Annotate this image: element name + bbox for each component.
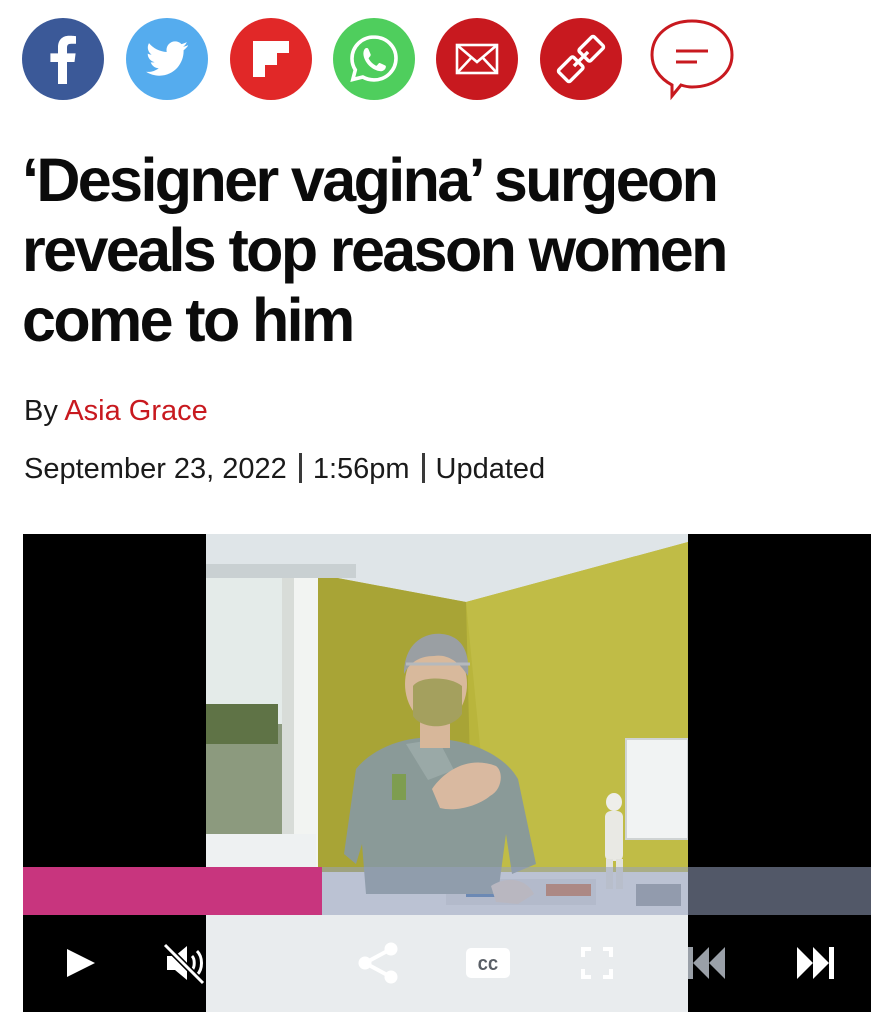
divider	[298, 453, 302, 483]
closed-captions-button[interactable]: CC	[462, 937, 514, 989]
updated-label: Updated	[435, 453, 546, 485]
skip-forward-icon	[797, 947, 834, 979]
progress-bar[interactable]	[23, 867, 871, 915]
publish-date: September 23, 2022	[24, 453, 287, 485]
twitter-share-button[interactable]	[126, 18, 208, 100]
byline: By Asia Grace	[24, 393, 208, 429]
video-controls: CC	[23, 915, 871, 1012]
facebook-icon	[22, 18, 104, 100]
share-bar	[22, 18, 742, 102]
dateline: September 23, 2022 1:56pm Updated	[24, 450, 545, 488]
link-icon	[540, 18, 622, 100]
video-share-button[interactable]	[353, 937, 405, 989]
whatsapp-share-button[interactable]	[333, 18, 415, 100]
mute-button[interactable]	[159, 937, 211, 989]
email-icon	[436, 18, 518, 100]
fullscreen-button[interactable]	[571, 937, 623, 989]
copy-link-button[interactable]	[540, 18, 622, 100]
author-link[interactable]: Asia Grace	[64, 395, 207, 427]
comments-button[interactable]	[640, 10, 744, 110]
fullscreen-icon	[581, 947, 613, 979]
publish-time: 1:56pm	[312, 453, 410, 485]
cc-label: CC	[478, 957, 498, 976]
progress-fill	[23, 867, 323, 915]
byline-prefix: By	[24, 395, 58, 427]
play-icon	[67, 949, 95, 977]
skip-back-icon	[688, 947, 725, 979]
play-button[interactable]	[53, 937, 105, 989]
email-share-button[interactable]	[436, 18, 518, 100]
mute-icon	[162, 942, 206, 986]
closed-captions-icon: CC	[466, 948, 510, 978]
video-player[interactable]: CC	[23, 534, 871, 1012]
comment-icon	[650, 19, 734, 101]
facebook-share-button[interactable]	[22, 18, 104, 100]
twitter-icon	[126, 18, 208, 100]
flipboard-share-button[interactable]	[230, 18, 312, 100]
flipboard-icon	[230, 18, 312, 100]
whatsapp-icon	[333, 18, 415, 100]
divider	[421, 453, 425, 483]
skip-forward-button[interactable]	[789, 937, 841, 989]
share-icon	[358, 942, 398, 984]
article-headline: ‘Designer vagina’ surgeon reveals top re…	[22, 146, 728, 354]
skip-back-button[interactable]	[681, 937, 733, 989]
